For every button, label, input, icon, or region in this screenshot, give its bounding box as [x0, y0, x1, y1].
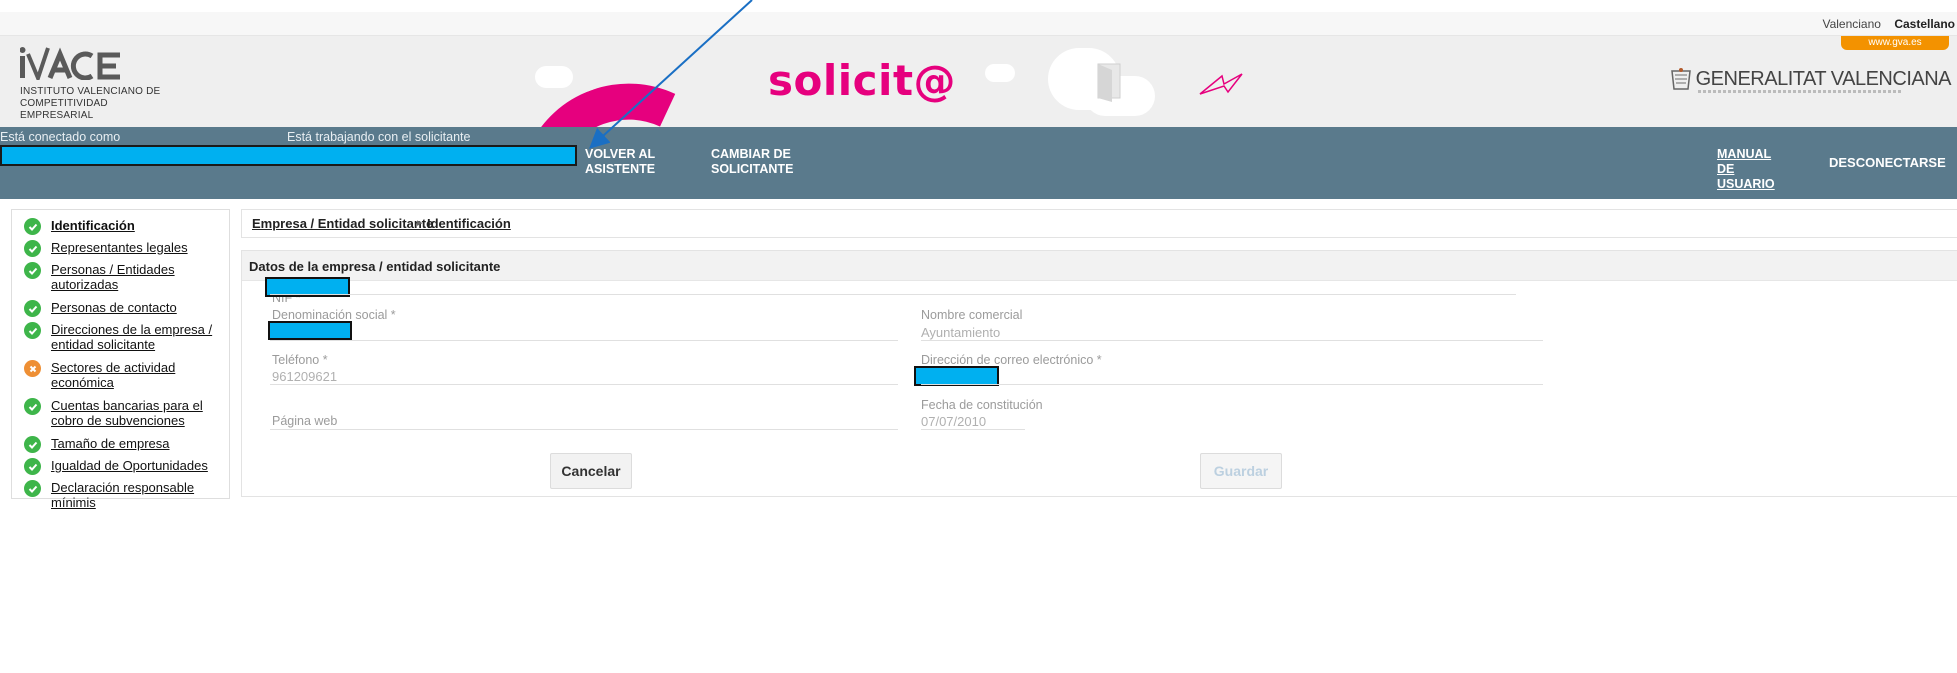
check-circle-icon [24, 218, 41, 235]
sidebar-item-label[interactable]: Representantes legales [51, 240, 226, 255]
check-circle-icon [24, 322, 41, 339]
site-header: INSTITUTO VALENCIANO DE COMPETITIVIDAD E… [0, 36, 1957, 127]
sidebar-item-label[interactable]: Igualdad de Oportunidades [51, 458, 226, 473]
telefono-label: Teléfono * [272, 353, 328, 367]
nif-field-underline[interactable] [270, 294, 1516, 295]
telefono-underline [270, 384, 898, 385]
check-circle-icon [24, 398, 41, 415]
sidebar-item-label[interactable]: Declaración responsable mínimis [51, 480, 226, 510]
sidebar-item-label[interactable]: Tamaño de empresa [51, 436, 226, 451]
sidebar-item-label[interactable]: Direcciones de la empresa / entidad soli… [51, 322, 226, 352]
logout-button[interactable]: DESCONECTARSE [1829, 155, 1946, 170]
app-title: solicit@ [768, 56, 957, 105]
change-applicant-button[interactable]: CAMBIAR DE SOLICITANTE [711, 147, 801, 177]
breadcrumb-item-empresa[interactable]: Empresa / Entidad solicitante [252, 216, 433, 231]
language-bar: Valenciano Castellano [0, 12, 1957, 36]
nombre-comercial-underline [921, 340, 1543, 341]
check-circle-icon [24, 458, 41, 475]
gva-link[interactable]: www.gva.es [1841, 36, 1949, 50]
top-strip [0, 0, 1957, 12]
ivace-org-name-line2: COMPETITIVIDAD EMPRESARIAL [20, 98, 108, 121]
check-circle-icon [24, 300, 41, 317]
panel-header: Datos de la empresa / entidad solicitant… [242, 251, 1957, 281]
door-icon [1097, 63, 1121, 102]
language-switcher: Valenciano Castellano [1812, 17, 1955, 31]
gva-logo[interactable]: GENERALITAT VALENCIANA [1670, 67, 1952, 93]
sidebar-item-label[interactable]: Cuentas bancarias para el cobro de subve… [51, 398, 226, 428]
connected-as-label: Está conectado como [0, 130, 121, 144]
user-manual-link[interactable]: MANUAL DE USUARIO [1717, 147, 1787, 192]
email-underline[interactable] [921, 384, 1543, 385]
panel-title: Datos de la empresa / entidad solicitant… [249, 259, 501, 274]
sidebar-item-label[interactable]: Personas de contacto [51, 300, 226, 315]
back-to-wizard-button[interactable]: VOLVER AL ASISTENTE [585, 147, 655, 177]
decorative-arc [487, 52, 743, 127]
save-button[interactable]: Guardar [1200, 453, 1282, 489]
redacted-user-info [0, 145, 577, 166]
check-circle-icon [24, 262, 41, 279]
email-redacted-value [914, 366, 999, 386]
denominacion-field-underline[interactable] [270, 340, 898, 341]
cancel-button[interactable]: Cancelar [550, 453, 632, 489]
check-circle-icon [24, 436, 41, 453]
decorative-cloud [535, 66, 573, 88]
fecha-constitucion-underline [921, 429, 1025, 430]
denominacion-redacted-value [268, 321, 352, 340]
gva-subtitle-line [1697, 90, 1903, 93]
decorative-cloud [985, 64, 1015, 82]
breadcrumb-separator-icon: ▸ [417, 217, 423, 229]
check-circle-icon [24, 240, 41, 257]
sidebar-item-label[interactable]: Personas / Entidades autorizadas [51, 262, 226, 292]
sidebar-steps: Identificación Representantes legales Pe… [11, 209, 230, 510]
ivace-wordmark-icon [20, 47, 120, 80]
send-arrow-icon [1199, 73, 1243, 95]
fecha-constitucion-label: Fecha de constitución [921, 398, 1043, 412]
check-circle-icon [24, 480, 41, 497]
sidebar-item-label[interactable]: Identificación [51, 218, 226, 233]
ivace-logo[interactable]: INSTITUTO VALENCIANO DE COMPETITIVIDAD E… [20, 46, 180, 121]
web-input[interactable] [270, 429, 898, 430]
nombre-comercial-label: Nombre comercial [921, 308, 1023, 322]
working-with-label: Está trabajando con el solicitante [287, 130, 471, 144]
cross-circle-icon [24, 360, 41, 377]
web-label: Página web [272, 414, 338, 428]
language-option-valenciano[interactable]: Valenciano [1822, 17, 1881, 31]
telefono-input[interactable]: 961209621 [272, 369, 337, 384]
company-data-panel: Datos de la empresa / entidad solicitant… [241, 250, 1957, 497]
denominacion-label: Denominación social * [272, 308, 396, 322]
session-bar: Está conectado como Está trabajando con … [0, 127, 1957, 199]
breadcrumb-item-identificacion[interactable]: Identificación [427, 216, 511, 231]
fecha-constitucion-input[interactable]: 07/07/2010 [921, 414, 986, 429]
ivace-org-name-line1: INSTITUTO VALENCIANO DE [20, 86, 161, 97]
ivace-org-name: INSTITUTO VALENCIANO DE COMPETITIVIDAD E… [20, 86, 180, 122]
breadcrumb: Empresa / Entidad solicitante ▸ Identifi… [241, 209, 1957, 238]
gva-bat-icon [1670, 68, 1691, 90]
language-option-castellano[interactable]: Castellano [1894, 17, 1955, 31]
gva-name: GENERALITAT VALENCIANA [1695, 67, 1952, 90]
email-label: Dirección de correo electrónico * [921, 353, 1102, 367]
sidebar-item-label[interactable]: Sectores de actividad económica [51, 360, 226, 390]
nombre-comercial-input[interactable]: Ayuntamiento [921, 325, 1000, 340]
